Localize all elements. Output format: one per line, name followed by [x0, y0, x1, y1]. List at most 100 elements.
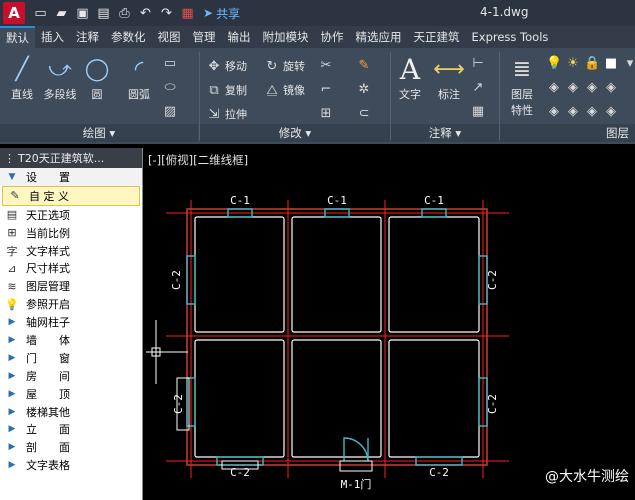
linear-dim-icon: ⊢: [472, 56, 484, 71]
layer-properties-label-1: 图层: [511, 88, 533, 101]
polyline-button[interactable]: ⤻ 多段线: [40, 52, 80, 102]
tab-collaborate[interactable]: 协作: [315, 26, 350, 48]
stretch-button[interactable]: ⇲ 拉伸: [206, 106, 247, 122]
drawing-canvas[interactable]: [-][俯视][二维线框] C-1 C-1 C-1 C-2 C-2 C-2 C-2 C-2 C-…: [144, 148, 635, 500]
circle-button[interactable]: ◯ 圆: [82, 52, 112, 102]
redo-icon[interactable]: ↷: [157, 4, 176, 23]
arc-button[interactable]: ◜ 圆弧: [122, 52, 156, 102]
palette-menu-item[interactable]: ▶ 墙 体: [0, 331, 142, 349]
offset-tool[interactable]: ⊂: [356, 106, 372, 121]
layer-tool-icon: ◈: [549, 104, 559, 119]
palette-menu-item[interactable]: ▶ 房 间: [0, 367, 142, 385]
rotate-button[interactable]: ↻ 旋转: [264, 58, 305, 74]
palette-item[interactable]: ⊿ 尺寸样式: [0, 259, 142, 277]
undo-icon[interactable]: ↶: [136, 4, 155, 23]
mirror-button[interactable]: ⧋ 镜像: [264, 82, 305, 98]
palette-item[interactable]: 💡 参照开启: [0, 295, 142, 313]
palette-list: ▼ 设 置 ✎ 自 定 义 ▤ 天正选项 ⊞ 当前比例字文字样式 ⊿ 尺寸样式 ≋ 图层管理 💡 参照开启…: [0, 168, 142, 474]
draw-panel-label[interactable]: 绘图 ▾: [0, 124, 198, 142]
dwf-icon[interactable]: ▦: [178, 4, 197, 23]
dimension-button[interactable]: ⟷ 标注: [432, 52, 466, 102]
palette-item-label: 文字样式: [26, 244, 70, 258]
trim-tool[interactable]: ✂: [318, 58, 334, 73]
palette-item[interactable]: ▤ 天正选项: [0, 206, 142, 224]
layer-properties-button[interactable]: ≣ 图层 特性: [504, 52, 540, 118]
tab-addins[interactable]: 附加模块: [257, 26, 315, 48]
annotation-panel-label[interactable]: 注释 ▾: [391, 124, 499, 142]
arc-icon: ◜: [134, 56, 144, 82]
palette-item-label: 设 置: [26, 170, 70, 184]
saveas-icon[interactable]: ▤: [94, 4, 113, 23]
palette-item[interactable]: ⊞ 当前比例: [0, 224, 142, 242]
fillet-tool[interactable]: ⌐: [318, 82, 334, 97]
layer-tools-row-2[interactable]: ◈ ◈ ◈ ◈: [546, 104, 619, 119]
tab-manage[interactable]: 管理: [187, 26, 222, 48]
layers-panel-label[interactable]: 图层: [500, 124, 635, 142]
fillet-icon: ⌐: [320, 82, 332, 97]
chevron-right-icon: ▶: [8, 442, 16, 453]
modify-panel-label[interactable]: 修改 ▾: [200, 124, 390, 142]
tab-featured[interactable]: 精选应用: [350, 26, 408, 48]
tab-default[interactable]: 默认: [0, 26, 35, 48]
hatch-tool[interactable]: ▨: [162, 104, 178, 119]
offset-icon: ⊂: [358, 106, 370, 121]
ribbon-tabs: 默认 插入 注释 参数化 视图 管理 输出 附加模块 协作 精选应用 天正建筑 …: [0, 26, 635, 48]
draw-panel-text: 绘图: [82, 126, 106, 140]
move-button[interactable]: ✥ 移动: [206, 58, 247, 74]
palette-menu-item[interactable]: ▶ 门 窗: [0, 349, 142, 367]
palette-item[interactable]: 字文字样式: [0, 242, 142, 260]
dimension-label: 标注: [438, 88, 460, 101]
eraser-icon: ✎: [358, 58, 370, 73]
tab-express[interactable]: Express Tools: [466, 26, 555, 48]
linear-dim-tool[interactable]: ⊢: [470, 56, 486, 71]
tab-parametric[interactable]: 参数化: [105, 26, 152, 48]
copy-button[interactable]: ⧉ 复制: [206, 82, 247, 98]
table-tool[interactable]: ▦: [470, 104, 486, 119]
palette-title-bar[interactable]: ⋮ T20天正建筑软...: [0, 148, 142, 168]
new-icon[interactable]: ▭: [31, 4, 50, 23]
door-label: M-1门: [341, 477, 372, 491]
layer-properties-label-2: 特性: [511, 104, 533, 117]
sun-icon: ☀: [567, 56, 579, 71]
palette-item-icon: 💡: [5, 297, 19, 311]
tab-insert[interactable]: 插入: [35, 26, 70, 48]
rectangle-tool[interactable]: ▭: [162, 56, 178, 71]
outer-wall: [186, 208, 488, 466]
palette-menu-item[interactable]: ▶ 楼梯其他: [0, 403, 142, 421]
text-button[interactable]: A 文字: [394, 52, 426, 102]
tab-output[interactable]: 输出: [222, 26, 257, 48]
explode-icon: ✲: [358, 82, 370, 97]
palette-item[interactable]: ✎ 自 定 义: [2, 185, 140, 206]
scissors-icon: ✂: [320, 58, 332, 73]
save-icon[interactable]: ▣: [73, 4, 92, 23]
line-button[interactable]: ╱ 直线: [6, 52, 38, 102]
explode-tool[interactable]: ✲: [356, 82, 372, 97]
palette-menu-item[interactable]: ▶ 轴网柱子: [0, 313, 142, 331]
erase-tool[interactable]: ✎: [356, 58, 372, 73]
table-icon: ▦: [471, 104, 485, 119]
leader-tool[interactable]: ↗: [470, 80, 486, 95]
palette-section-settings[interactable]: ▼ 设 置: [0, 168, 142, 186]
open-icon[interactable]: ▰: [52, 4, 71, 23]
palette-menu-item[interactable]: ▶ 屋 顶: [0, 385, 142, 403]
palette-item-icon: ▤: [6, 208, 18, 222]
grip-icon: ⋮: [4, 151, 15, 165]
print-icon[interactable]: ⎙: [115, 4, 134, 23]
palette-menu-item[interactable]: ▶ 立 面: [0, 420, 142, 438]
tab-annotate[interactable]: 注释: [70, 26, 105, 48]
tab-view[interactable]: 视图: [152, 26, 187, 48]
floor-plan[interactable]: C-1 C-1 C-1 C-2 C-2 C-2 C-2 C-2 C-2 M-1门: [144, 148, 635, 500]
share-button[interactable]: ➤ 共享: [203, 5, 240, 22]
palette-item[interactable]: ≋ 图层管理: [0, 277, 142, 295]
layer-state-row[interactable]: 💡 ☀ 🔒 ■ ▾: [546, 56, 635, 71]
ellipse-tool[interactable]: ⬭: [162, 80, 178, 95]
circle-label: 圆: [91, 88, 103, 101]
app-logo[interactable]: A: [3, 2, 25, 24]
palette-menu-item[interactable]: ▶ 文字表格: [0, 456, 142, 474]
palette-item-label: 轴网柱子: [26, 316, 70, 330]
copy-icon: ⧉: [209, 82, 219, 98]
palette-menu-item[interactable]: ▶ 剖 面: [0, 438, 142, 456]
tab-tarch[interactable]: 天正建筑: [408, 26, 466, 48]
array-tool[interactable]: ⊞: [318, 106, 334, 121]
layer-tools-row-1[interactable]: ◈ ◈ ◈ ◈: [546, 80, 619, 95]
